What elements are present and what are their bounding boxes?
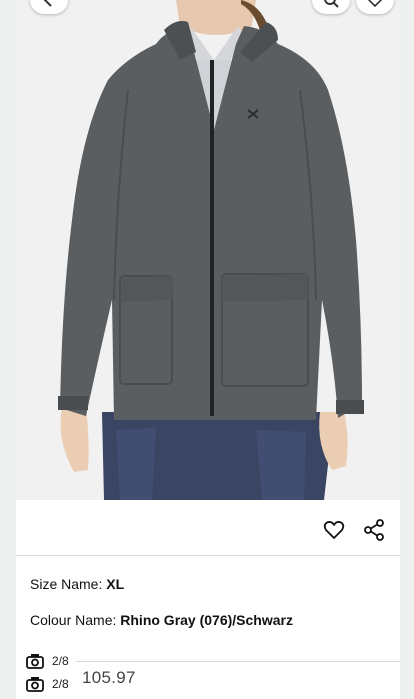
back-arrow-icon	[43, 0, 52, 7]
size-value: XL	[106, 576, 125, 592]
search-icon	[324, 0, 339, 8]
product-card: Size Name: XL Colour Name: Rhino Gray (0…	[16, 0, 400, 699]
size-label: Size Name:	[30, 576, 103, 592]
image-counter-bottom[interactable]: 2/8	[26, 675, 69, 693]
jacket-photo	[16, 0, 400, 500]
price: 105.97	[82, 668, 136, 687]
colour-label: Colour Name:	[30, 612, 117, 628]
share-icon[interactable]	[362, 518, 386, 542]
colour-value: Rhino Gray (076)/Schwarz	[120, 612, 293, 628]
divider	[76, 661, 400, 662]
heart-icon[interactable]	[322, 518, 346, 542]
size-detail: Size Name: XL	[30, 576, 124, 592]
action-row	[16, 500, 400, 556]
colour-detail: Colour Name: Rhino Gray (076)/Schwarz	[30, 612, 293, 628]
heart-icon	[368, 0, 382, 8]
product-image[interactable]	[16, 0, 400, 500]
camera-icon	[26, 677, 44, 692]
camera-icon	[26, 654, 44, 669]
image-counter-text: 2/8	[52, 654, 69, 668]
image-counter-text: 2/8	[52, 677, 69, 691]
image-counter-top[interactable]: 2/8	[26, 652, 69, 670]
